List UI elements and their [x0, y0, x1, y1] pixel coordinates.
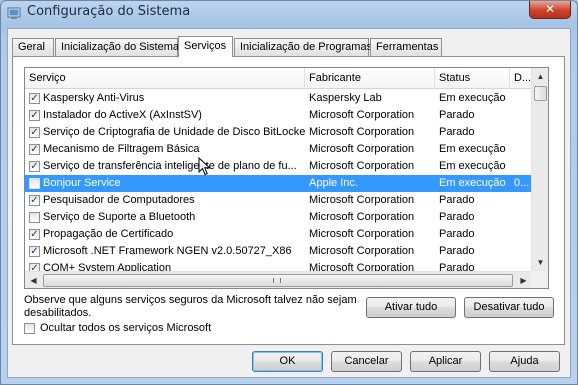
service-row[interactable]: ✓ Propagação de Certificado Microsoft Corp…	[25, 226, 532, 243]
service-name: Propagação de Certificado	[43, 228, 174, 240]
service-manufacturer: Apple Inc.	[309, 177, 358, 189]
service-row[interactable]: ✓ Pesquisador de Computadores Microsoft Co…	[25, 192, 532, 209]
dialog-body: Geral Inicialização do Sistema Serviços …	[7, 28, 571, 378]
service-date	[514, 243, 532, 260]
service-date	[514, 141, 532, 158]
service-status: Parado	[439, 211, 475, 223]
service-status: Em execução	[439, 143, 506, 155]
horizontal-scrollbar[interactable]: ◀ ▶	[25, 271, 532, 288]
service-row[interactable]: Serviço de Suporte a Bluetooth Microsoft …	[25, 209, 532, 226]
service-status: Parado	[439, 245, 475, 257]
microsoft-services-note: Observe que alguns serviços seguros da M…	[24, 294, 357, 319]
horizontal-scroll-thumb[interactable]	[43, 274, 513, 287]
title-bar[interactable]: Configuração do Sistema ✕	[1, 1, 577, 25]
scroll-down-icon[interactable]: ▼	[532, 254, 548, 271]
tab-general[interactable]: Geral	[12, 38, 54, 56]
tab-tools[interactable]: Ferramentas	[370, 38, 442, 56]
service-status: Parado	[439, 126, 475, 138]
close-button[interactable]: ✕	[529, 1, 571, 19]
mouse-pointer-icon	[198, 157, 211, 176]
service-status: Parado	[439, 109, 475, 121]
ok-button[interactable]: OK	[252, 351, 323, 372]
service-row[interactable]: ✓ Microsoft .NET Framework NGEN v2.0.5072…	[25, 243, 532, 260]
service-enabled-checkbox[interactable]: ✓	[29, 229, 40, 240]
vertical-scrollbar[interactable]: ▲ ▼	[531, 68, 548, 271]
service-manufacturer: Microsoft Corporation	[309, 160, 415, 172]
scrollbar-corner	[531, 271, 548, 288]
disable-all-button[interactable]: Desativar tudo	[464, 297, 554, 318]
scroll-left-icon[interactable]: ◀	[25, 272, 42, 288]
service-date	[514, 226, 532, 243]
scroll-up-icon[interactable]: ▲	[532, 68, 548, 85]
hide-microsoft-services-checkbox[interactable]	[24, 323, 35, 334]
services-list[interactable]: Serviço Fabricante Status D... ✓ Kaspersk…	[24, 67, 549, 289]
tab-system-startup[interactable]: Inicialização do Sistema	[55, 38, 179, 56]
service-name: Kaspersky Anti-Virus	[43, 92, 145, 104]
service-name: Mecanismo de Filtragem Básica	[43, 143, 200, 155]
hide-microsoft-services-label: Ocultar todos os serviços Microsoft	[40, 322, 212, 334]
service-enabled-checkbox[interactable]: ✓	[29, 110, 40, 121]
service-date	[514, 90, 532, 107]
service-name: Serviço de Suporte a Bluetooth	[43, 211, 196, 223]
service-name: Bonjour Service	[43, 177, 121, 189]
apply-button[interactable]: Aplicar	[410, 351, 481, 372]
service-date	[514, 192, 532, 209]
service-status: Em execução	[439, 160, 506, 172]
service-name: Pesquisador de Computadores	[43, 194, 195, 206]
service-status: Parado	[439, 194, 475, 206]
tab-program-startup[interactable]: Inicialização de Programas	[234, 38, 372, 56]
service-status: Parado	[439, 228, 475, 240]
service-enabled-checkbox[interactable]: ✓	[29, 195, 40, 206]
cancel-button[interactable]: Cancelar	[331, 351, 402, 372]
column-header-status[interactable]: Status	[435, 68, 510, 89]
list-header: Serviço Fabricante Status D...	[25, 68, 532, 89]
service-date: 0...	[514, 177, 530, 189]
service-row[interactable]: ✓ Kaspersky Anti-Virus Kaspersky Lab Em exe…	[25, 90, 532, 107]
scroll-right-icon[interactable]: ▶	[515, 272, 532, 288]
column-header-service[interactable]: Serviço	[25, 68, 305, 89]
column-header-date[interactable]: D...	[510, 68, 532, 89]
service-manufacturer: Microsoft Corporation	[309, 126, 415, 138]
service-manufacturer: Microsoft Corporation	[309, 245, 415, 257]
service-enabled-checkbox[interactable]: ✓	[29, 144, 40, 155]
service-manufacturer: Kaspersky Lab	[309, 92, 382, 104]
service-enabled-checkbox[interactable]: ✓	[29, 246, 40, 257]
help-button[interactable]: Ajuda	[489, 351, 560, 372]
service-row[interactable]: ✓ Mecanismo de Filtragem Básica Microsoft …	[25, 141, 532, 158]
service-row[interactable]: ✓ Serviço de transferência inteligente de…	[25, 158, 532, 175]
vertical-scroll-thumb[interactable]	[534, 86, 547, 101]
service-status: Em execução	[439, 177, 506, 189]
service-row[interactable]: ✓ Instalador do ActiveX (AxInstSV) Microso…	[25, 107, 532, 124]
system-config-icon	[7, 7, 21, 19]
tab-services[interactable]: Serviços	[178, 36, 233, 57]
service-manufacturer: Microsoft Corporation	[309, 194, 415, 206]
service-date	[514, 107, 532, 124]
column-header-manufacturer[interactable]: Fabricante	[305, 68, 435, 89]
service-enabled-checkbox[interactable]: ✓	[29, 127, 40, 138]
service-name: Microsoft .NET Framework NGEN v2.0.50727…	[43, 245, 292, 257]
service-name: Serviço de Criptografia de Unidade de Di…	[43, 126, 305, 138]
system-configuration-window: Configuração do Sistema ✕ Geral Iniciali…	[0, 0, 578, 385]
service-date	[514, 158, 532, 175]
service-manufacturer: Microsoft Corporation	[309, 228, 415, 240]
service-enabled-checkbox[interactable]: ✓	[29, 93, 40, 104]
service-name: Instalador do ActiveX (AxInstSV)	[43, 109, 202, 121]
window-title: Configuração do Sistema	[27, 4, 191, 19]
service-enabled-checkbox[interactable]: ✓	[29, 161, 40, 172]
service-status: Em execução	[439, 92, 506, 104]
service-row[interactable]: Bonjour Service Apple Inc. Em execução 0...	[25, 175, 532, 192]
service-enabled-checkbox[interactable]	[29, 212, 40, 223]
service-manufacturer: Microsoft Corporation	[309, 109, 415, 121]
services-tab-panel: Serviço Fabricante Status D... ✓ Kaspersk…	[12, 56, 565, 345]
service-manufacturer: Microsoft Corporation	[309, 143, 415, 155]
enable-all-button[interactable]: Ativar tudo	[366, 297, 456, 318]
service-manufacturer: Microsoft Corporation	[309, 211, 415, 223]
service-row[interactable]: ✓ Serviço de Criptografia de Unidade de D…	[25, 124, 532, 141]
close-icon: ✕	[544, 2, 556, 16]
service-date	[514, 124, 532, 141]
thumb-grip-icon	[273, 278, 281, 283]
service-enabled-checkbox[interactable]	[29, 178, 40, 189]
service-date	[514, 209, 532, 226]
service-name: Serviço de transferência inteligente de …	[43, 160, 297, 172]
